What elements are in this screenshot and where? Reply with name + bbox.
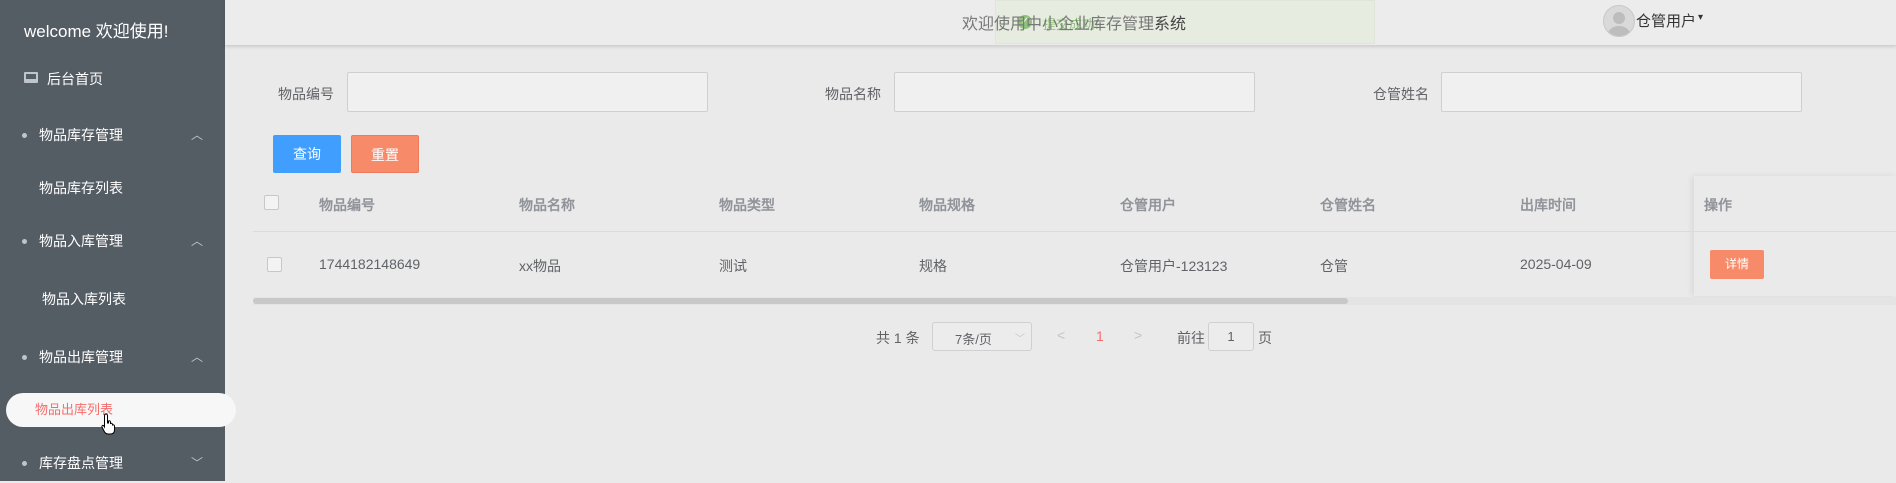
table-cell: xx物品 bbox=[519, 258, 561, 274]
scrollbar-thumb[interactable] bbox=[253, 298, 1348, 304]
sidebar-item-stock-list[interactable]: 物品库存列表 bbox=[0, 168, 225, 208]
next-page-button[interactable]: > bbox=[1134, 327, 1142, 343]
pagination-total: 共 1 条 bbox=[876, 330, 920, 346]
site-title-prefix: 欢迎使用中小企业库存管理 bbox=[962, 16, 1155, 33]
item-no-input[interactable] bbox=[347, 72, 708, 112]
chevron-up-icon: ︿ bbox=[190, 350, 203, 364]
sidebar-group-inbound[interactable]: 物品入库管理 ︿ bbox=[0, 221, 225, 261]
sidebar-group-outbound[interactable]: 物品出库管理 ︿ bbox=[0, 337, 225, 377]
caret-down-icon[interactable]: ▾ bbox=[1698, 12, 1703, 23]
monitor-icon bbox=[24, 72, 38, 83]
sidebar-group-label: 库存盘点管理 bbox=[39, 455, 123, 471]
user-menu[interactable]: 仓管用户 bbox=[1636, 10, 1696, 31]
table-cell: 仓管 bbox=[1320, 258, 1348, 274]
reset-button[interactable]: 重置 bbox=[351, 135, 419, 173]
row-checkbox[interactable] bbox=[267, 257, 282, 272]
site-title: 欢迎使用中小企业库存管理系统 bbox=[962, 10, 1186, 34]
sidebar-item-label: 物品库存列表 bbox=[39, 180, 123, 196]
query-button[interactable]: 查询 bbox=[273, 135, 341, 173]
avatar[interactable] bbox=[1603, 5, 1635, 37]
column-header[interactable]: 仓管用户 bbox=[1120, 195, 1176, 215]
table-cell: 测试 bbox=[719, 258, 747, 274]
column-header: 操作 bbox=[1704, 197, 1732, 213]
page-size-select[interactable]: 7条/页 ﹀ bbox=[932, 322, 1032, 351]
site-title-suffix: 系统 bbox=[1154, 16, 1187, 33]
horizontal-scrollbar[interactable] bbox=[253, 297, 1896, 305]
column-header[interactable]: 物品类型 bbox=[719, 195, 775, 215]
page-size-value: 7条/页 bbox=[955, 332, 992, 347]
sidebar-item-inbound-list[interactable]: 物品入库列表 bbox=[0, 279, 225, 319]
sidebar-group-inventory-check[interactable]: 库存盘点管理 ﹀ bbox=[0, 443, 225, 483]
column-header[interactable]: 出库时间 bbox=[1520, 195, 1576, 215]
bullet-icon bbox=[22, 461, 27, 466]
item-no-label: 物品编号 bbox=[278, 86, 334, 102]
chevron-down-icon: ﹀ bbox=[1015, 334, 1025, 345]
sidebar-item-label: 后台首页 bbox=[47, 71, 103, 87]
column-header[interactable]: 物品名称 bbox=[519, 195, 575, 215]
sidebar-group-label: 物品出库管理 bbox=[39, 349, 123, 365]
sidebar-group-label: 物品入库管理 bbox=[39, 233, 123, 249]
chevron-up-icon: ︿ bbox=[190, 234, 203, 248]
keeper-name-label: 仓管姓名 bbox=[1373, 86, 1429, 102]
hand-cursor-icon bbox=[101, 413, 115, 435]
sidebar-welcome: welcome 欢迎使用! bbox=[24, 22, 169, 41]
bullet-icon bbox=[22, 355, 27, 360]
sidebar-item-label: 物品入库列表 bbox=[42, 291, 126, 307]
table-cell: 规格 bbox=[919, 258, 947, 274]
chevron-up-icon: ︿ bbox=[190, 128, 203, 142]
item-name-input[interactable] bbox=[894, 72, 1255, 112]
column-header[interactable]: 仓管姓名 bbox=[1320, 195, 1376, 215]
goto-label: 前往 bbox=[1177, 330, 1205, 346]
bullet-icon bbox=[22, 239, 27, 244]
select-all-checkbox[interactable] bbox=[264, 195, 279, 210]
table-cell: 1744182148649 bbox=[319, 256, 421, 272]
bullet-icon bbox=[22, 133, 27, 138]
table-cell: 仓管用户-123123 bbox=[1120, 258, 1228, 274]
chevron-down-icon: ﹀ bbox=[190, 456, 203, 470]
column-header[interactable]: 物品规格 bbox=[919, 195, 975, 215]
outbound-table: 物品编号 物品名称 物品类型 物品规格 仓管用户 仓管姓名 出库时间 操作 17… bbox=[253, 176, 1896, 305]
sidebar-item-home[interactable]: 后台首页 bbox=[0, 59, 225, 99]
detail-button[interactable]: 详情 bbox=[1710, 250, 1764, 279]
prev-page-button[interactable]: < bbox=[1057, 327, 1065, 343]
sidebar-group-stock[interactable]: 物品库存管理 ︿ bbox=[0, 115, 225, 155]
keeper-name-input[interactable] bbox=[1441, 72, 1802, 112]
header-divider bbox=[253, 231, 1896, 232]
current-page-number[interactable]: 1 bbox=[1096, 328, 1104, 344]
sidebar-item-outbound-list[interactable]: 物品出库列表 bbox=[6, 393, 236, 427]
goto-page-input[interactable]: 1 bbox=[1208, 322, 1254, 351]
column-header[interactable]: 物品编号 bbox=[319, 195, 375, 215]
top-header: ✓ 提交成功! 欢迎使用中小企业库存管理系统 仓管用户 ▾ bbox=[225, 0, 1896, 46]
table-cell: 2025-04-09 bbox=[1520, 256, 1592, 272]
item-name-label: 物品名称 bbox=[825, 86, 881, 102]
page-suffix: 页 bbox=[1258, 330, 1272, 346]
sidebar-group-label: 物品库存管理 bbox=[39, 127, 123, 143]
